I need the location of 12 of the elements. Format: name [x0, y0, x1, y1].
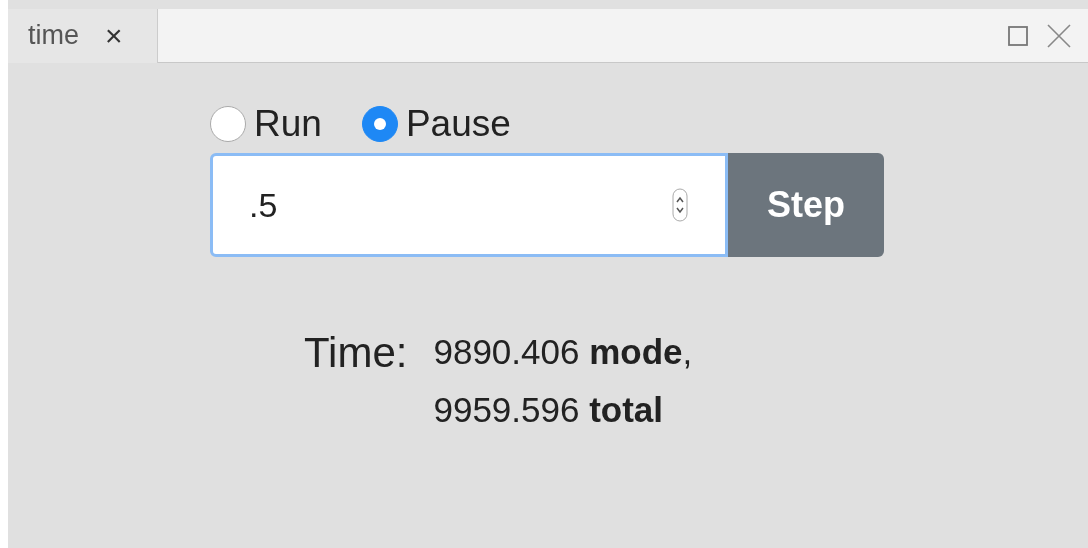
- number-field[interactable]: .5: [210, 153, 728, 257]
- tab[interactable]: time ×: [8, 8, 158, 63]
- close-icon[interactable]: [1046, 22, 1072, 49]
- time-value: 9959.596 total: [433, 389, 665, 431]
- radio-option[interactable]: Run: [210, 103, 322, 145]
- time-label: Time:: [304, 328, 408, 378]
- step-button[interactable]: Step: [728, 153, 884, 257]
- time-value: 9890.406 mode,: [433, 331, 693, 373]
- maximize-icon[interactable]: [1006, 23, 1030, 48]
- close-icon[interactable]: ×: [105, 18, 123, 53]
- spinner-icon[interactable]: [672, 188, 688, 222]
- radio-option[interactable]: Pause: [361, 103, 511, 145]
